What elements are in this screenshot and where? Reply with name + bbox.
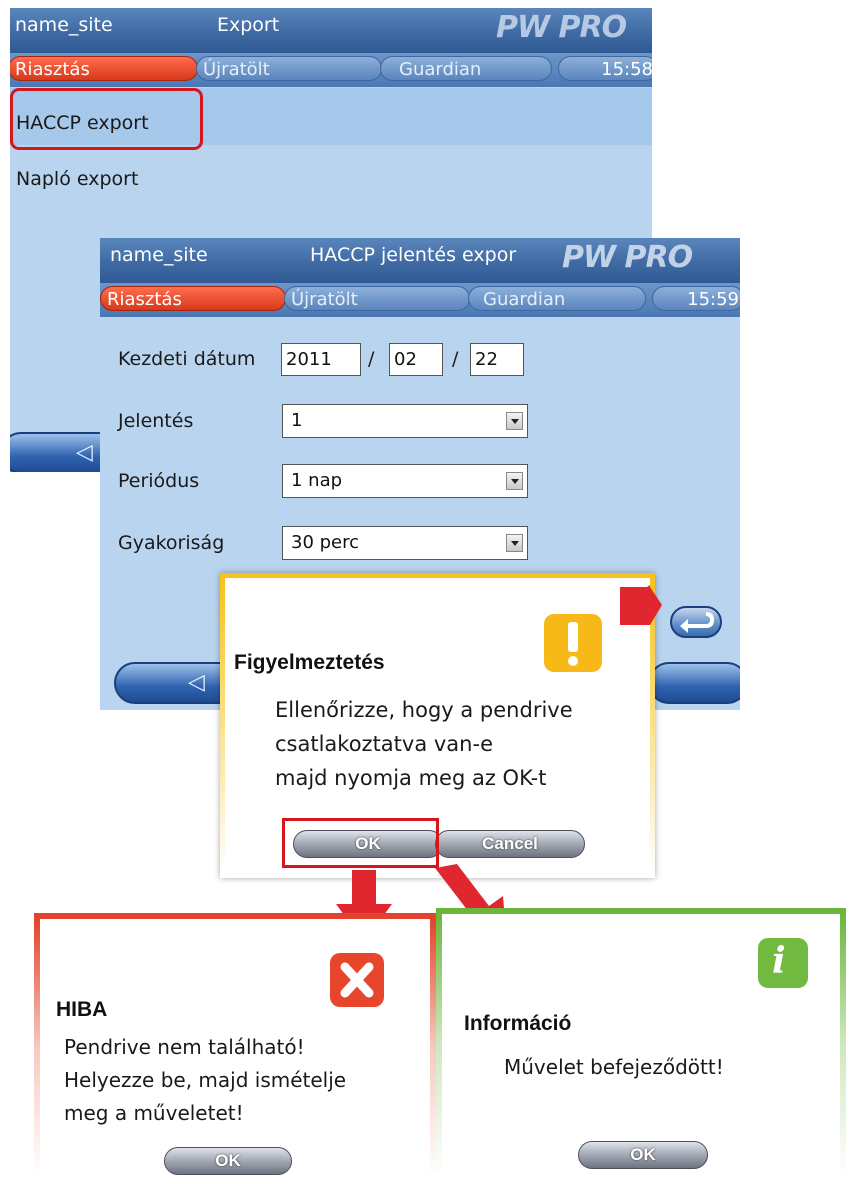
title-bar: name_site HACCP jelentés expor PW PRO bbox=[100, 238, 740, 283]
return-icon bbox=[680, 612, 715, 633]
site-name: name_site bbox=[15, 14, 113, 36]
dropdown-arrow-icon[interactable] bbox=[506, 412, 523, 430]
screen-title: HACCP jelentés expor bbox=[310, 244, 517, 266]
clock: 15:59 bbox=[652, 286, 740, 311]
screen-title: Export bbox=[217, 14, 280, 36]
report-value: 1 bbox=[291, 410, 303, 431]
date-separator: / bbox=[368, 348, 375, 370]
back-arrow-icon: ◁ bbox=[76, 440, 93, 465]
frequency-label: Gyakoriság bbox=[118, 532, 225, 554]
dialog-title: Információ bbox=[464, 1012, 572, 1035]
year-input[interactable]: 2011 bbox=[281, 343, 361, 376]
info-icon: i bbox=[758, 938, 808, 988]
tab-guardian[interactable]: Guardian bbox=[468, 286, 646, 311]
month-input[interactable]: 02 bbox=[389, 343, 443, 376]
dropdown-arrow-icon[interactable] bbox=[506, 472, 523, 490]
tab-bar: Riasztás Újratölt Guardian 15:58 bbox=[10, 53, 652, 87]
message-line: csatlakoztatva van-e bbox=[275, 732, 493, 756]
message-line: Helyezze be, majd ismételje bbox=[64, 1068, 347, 1092]
dialog-message: Ellenőrizze, hogy a pendrive csatlakozta… bbox=[275, 693, 655, 795]
ok-button[interactable]: OK bbox=[578, 1141, 708, 1169]
warning-dialog: Figyelmeztetés Ellenőrizze, hogy a pendr… bbox=[220, 573, 655, 878]
period-select[interactable]: 1 nap bbox=[282, 464, 528, 498]
back-arrow-icon: ◁ bbox=[188, 670, 205, 695]
tab-reload[interactable]: Újratölt bbox=[196, 56, 382, 81]
info-dialog: i Információ Művelet befejeződött! OK bbox=[436, 908, 846, 1182]
return-button[interactable] bbox=[670, 606, 722, 638]
date-separator: / bbox=[452, 348, 459, 370]
x-icon bbox=[330, 953, 384, 1007]
message-line: majd nyomja meg az OK-t bbox=[275, 766, 547, 790]
red-arrow-icon bbox=[620, 585, 662, 625]
dialog-title: Figyelmeztetés bbox=[234, 651, 385, 674]
period-value: 1 nap bbox=[291, 470, 343, 491]
highlight-ring bbox=[10, 88, 203, 150]
report-select[interactable]: 1 bbox=[282, 404, 528, 438]
ok-button[interactable]: OK bbox=[164, 1147, 292, 1175]
next-button[interactable] bbox=[648, 662, 740, 704]
tab-alarm[interactable]: Riasztás bbox=[100, 286, 286, 311]
menu-item-naplo-export[interactable]: Napló export bbox=[16, 168, 652, 190]
message-line: Pendrive nem található! bbox=[64, 1035, 305, 1059]
ok-highlight-box bbox=[282, 818, 439, 868]
title-bar: name_site Export PW PRO bbox=[10, 8, 652, 53]
pwpro-logo: PW PRO bbox=[562, 240, 693, 275]
dropdown-arrow-icon[interactable] bbox=[506, 534, 523, 552]
tab-alarm[interactable]: Riasztás bbox=[10, 56, 198, 81]
exclamation-icon bbox=[544, 614, 602, 672]
report-label: Jelentés bbox=[118, 410, 194, 432]
site-name: name_site bbox=[110, 244, 208, 266]
frequency-value: 30 perc bbox=[291, 532, 360, 553]
tab-guardian[interactable]: Guardian bbox=[380, 56, 552, 81]
period-label: Periódus bbox=[118, 470, 200, 492]
cancel-button[interactable]: Cancel bbox=[435, 830, 585, 858]
clock: 15:58 bbox=[558, 56, 652, 81]
tab-bar: Riasztás Újratölt Guardian 15:59 bbox=[100, 283, 740, 317]
day-input[interactable]: 22 bbox=[470, 343, 524, 376]
frequency-select[interactable]: 30 perc bbox=[282, 526, 528, 560]
pwpro-logo: PW PRO bbox=[496, 10, 627, 45]
start-date-label: Kezdeti dátum bbox=[118, 348, 256, 370]
dialog-message: Művelet befejeződött! bbox=[504, 1050, 834, 1084]
message-line: meg a műveletet! bbox=[64, 1101, 244, 1125]
error-dialog: HIBA Pendrive nem található! Helyezze be… bbox=[34, 913, 436, 1183]
dialog-message: Pendrive nem található! Helyezze be, maj… bbox=[64, 1031, 434, 1130]
dialog-title: HIBA bbox=[56, 998, 108, 1021]
message-line: Ellenőrizze, hogy a pendrive bbox=[275, 698, 573, 722]
message-line: Művelet befejeződött! bbox=[504, 1055, 724, 1079]
tab-reload[interactable]: Újratölt bbox=[284, 286, 470, 311]
